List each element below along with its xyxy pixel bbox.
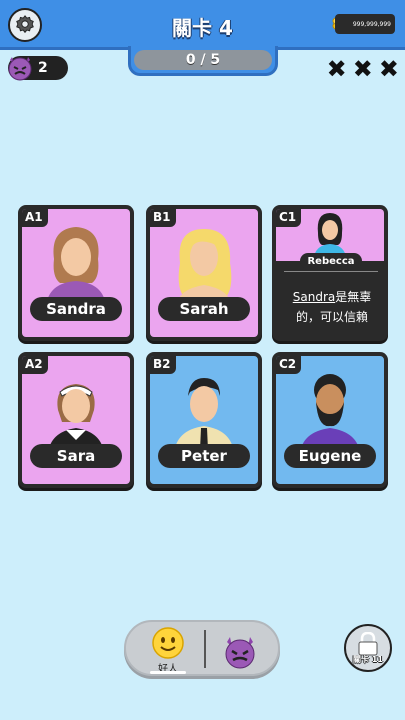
card-id: C1 bbox=[276, 209, 302, 227]
strike-mark: ✖ bbox=[352, 55, 373, 83]
good-person-button[interactable]: 好人 bbox=[146, 624, 190, 675]
progress-tab: 0 / 5 bbox=[128, 46, 278, 76]
character-name: Rebecca bbox=[300, 253, 362, 269]
character-card-c2[interactable]: C2 Eugene bbox=[272, 352, 388, 488]
selected-indicator bbox=[150, 671, 186, 674]
woman-black-hair-avatar-icon bbox=[314, 213, 346, 257]
character-name: Peter bbox=[158, 444, 250, 468]
strikes-indicator: ✖ ✖ ✖ bbox=[326, 55, 399, 83]
character-name: Eugene bbox=[284, 444, 376, 468]
strike-mark: ✖ bbox=[378, 55, 399, 83]
bearded-man-avatar-icon bbox=[300, 374, 360, 454]
devil-counter: 2 bbox=[8, 56, 68, 81]
smiley-face-icon bbox=[152, 627, 184, 659]
top-bar: 關卡 4 + 999,999,999 bbox=[0, 0, 405, 50]
divider bbox=[284, 271, 378, 272]
devil-button-icon[interactable] bbox=[222, 634, 258, 670]
character-card-c1[interactable]: C1 Rebecca Sandra是無辜的，可以信賴 bbox=[272, 205, 388, 341]
lock-icon bbox=[358, 631, 378, 655]
character-card-b2[interactable]: B2 Peter bbox=[146, 352, 262, 488]
next-level-lock-button[interactable]: 關卡 11 bbox=[344, 624, 392, 672]
maid-avatar-icon bbox=[48, 384, 104, 454]
clue-subject: Sandra bbox=[292, 290, 336, 304]
coin-balance: 999,999,999 bbox=[335, 14, 395, 34]
character-card-b1[interactable]: B1 Sarah bbox=[146, 205, 262, 341]
character-name: Sarah bbox=[158, 297, 250, 321]
progress-counter: 0 / 5 bbox=[134, 49, 272, 70]
woman-brown-hair-avatar-icon bbox=[46, 227, 106, 307]
strike-mark: ✖ bbox=[326, 55, 347, 83]
role-selector: 好人 bbox=[124, 620, 280, 676]
woman-blonde-avatar-icon bbox=[176, 229, 232, 307]
character-name: Sandra bbox=[30, 297, 122, 321]
man-tie-avatar-icon bbox=[174, 378, 234, 454]
devil-count-value: 2 bbox=[38, 60, 48, 76]
lock-level-label: 關卡 11 bbox=[353, 654, 383, 664]
character-name: Sara bbox=[30, 444, 122, 468]
clue-text: Sandra是無辜的，可以信賴 bbox=[286, 287, 378, 327]
character-card-a2[interactable]: A2 Sara bbox=[18, 352, 134, 488]
devil-icon bbox=[8, 57, 32, 81]
divider bbox=[204, 630, 206, 668]
character-card-a1[interactable]: A1 Sandra bbox=[18, 205, 134, 341]
